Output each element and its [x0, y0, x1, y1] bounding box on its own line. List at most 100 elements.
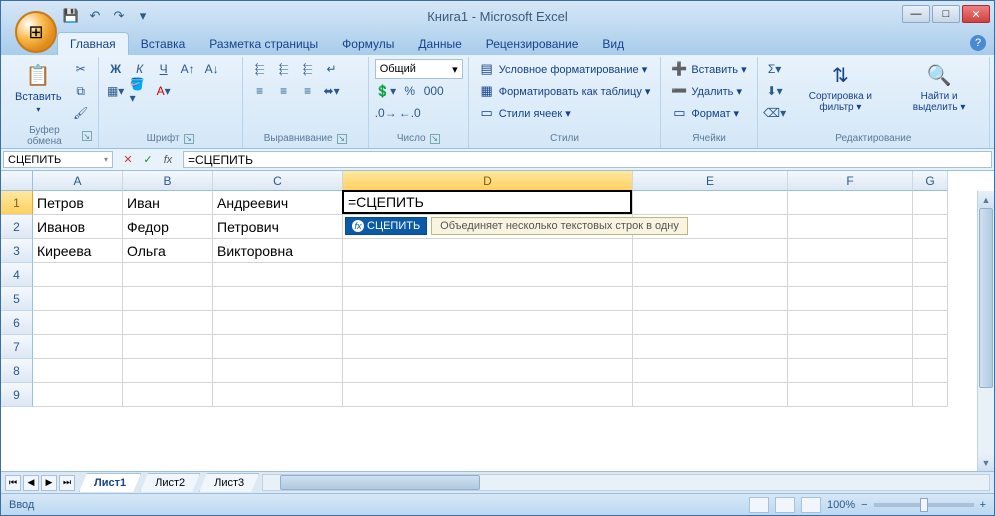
row-header-7[interactable]: 7 — [1, 335, 33, 359]
cell-B7[interactable] — [123, 335, 213, 359]
tab-view[interactable]: Вид — [590, 33, 636, 55]
first-sheet-button[interactable]: ⏮ — [5, 475, 21, 491]
cell-E1[interactable] — [633, 191, 788, 215]
cancel-formula-button[interactable]: ✕ — [119, 152, 137, 168]
cell-F4[interactable] — [788, 263, 913, 287]
cell-C5[interactable] — [213, 287, 343, 311]
fill-color-button[interactable]: 🪣▾ — [129, 81, 151, 101]
format-painter-button[interactable]: 🖌 — [70, 103, 92, 123]
column-header-E[interactable]: E — [633, 171, 788, 191]
conditional-format-button[interactable]: ▤Условное форматирование ▾ — [475, 59, 652, 79]
cell-B5[interactable] — [123, 287, 213, 311]
cell-B6[interactable] — [123, 311, 213, 335]
cell-E9[interactable] — [633, 383, 788, 407]
cell-A6[interactable] — [33, 311, 123, 335]
cell-E7[interactable] — [633, 335, 788, 359]
cell-D8[interactable] — [343, 359, 633, 383]
zoom-out-button[interactable]: − — [861, 499, 867, 511]
cell-F9[interactable] — [788, 383, 913, 407]
sheet-tab-Лист2[interactable]: Лист2 — [140, 473, 200, 492]
cell-G1[interactable] — [913, 191, 948, 215]
page-layout-view-button[interactable] — [775, 497, 795, 513]
row-header-8[interactable]: 8 — [1, 359, 33, 383]
enter-formula-button[interactable]: ✓ — [139, 152, 157, 168]
dialog-launcher-icon[interactable]: ↘ — [430, 134, 440, 144]
sort-filter-button[interactable]: ⇅ Сортировка и фильтр ▾ — [790, 59, 892, 115]
cell-D4[interactable] — [343, 263, 633, 287]
zoom-in-button[interactable]: + — [980, 499, 986, 511]
cell-A5[interactable] — [33, 287, 123, 311]
cell-G4[interactable] — [913, 263, 948, 287]
cell-C9[interactable] — [213, 383, 343, 407]
cell-D5[interactable] — [343, 287, 633, 311]
close-button[interactable]: ✕ — [962, 5, 990, 23]
fill-button[interactable]: ⬇▾ — [764, 81, 786, 101]
cell-C7[interactable] — [213, 335, 343, 359]
tab-page-layout[interactable]: Разметка страницы — [197, 33, 330, 55]
row-header-9[interactable]: 9 — [1, 383, 33, 407]
clear-button[interactable]: ⌫▾ — [764, 103, 786, 123]
maximize-button[interactable]: □ — [932, 5, 960, 23]
cell-C3[interactable]: Викторовна — [213, 239, 343, 263]
merge-button[interactable]: ⬌▾ — [321, 81, 343, 101]
prev-sheet-button[interactable]: ◀ — [23, 475, 39, 491]
align-center-button[interactable]: ≡ — [273, 81, 295, 101]
next-sheet-button[interactable]: ▶ — [41, 475, 57, 491]
cell-E4[interactable] — [633, 263, 788, 287]
cell-D3[interactable] — [343, 239, 633, 263]
dialog-launcher-icon[interactable]: ↘ — [82, 131, 92, 141]
cell-G3[interactable] — [913, 239, 948, 263]
find-select-button[interactable]: 🔍 Найти и выделить ▾ — [895, 59, 983, 115]
hscroll-thumb[interactable] — [280, 475, 480, 490]
tab-home[interactable]: Главная — [57, 32, 129, 55]
cell-D7[interactable] — [343, 335, 633, 359]
grid[interactable]: ПетровИванАндреевичИвановФедорПетровичКи… — [33, 191, 994, 471]
grow-font-button[interactable]: A↑ — [177, 59, 199, 79]
horizontal-scrollbar[interactable] — [262, 474, 990, 491]
column-header-B[interactable]: B — [123, 171, 213, 191]
cell-F6[interactable] — [788, 311, 913, 335]
row-header-1[interactable]: 1 — [1, 191, 33, 215]
row-header-5[interactable]: 5 — [1, 287, 33, 311]
qat-customize-icon[interactable]: ▾ — [133, 6, 153, 26]
cell-B1[interactable]: Иван — [123, 191, 213, 215]
cell-C8[interactable] — [213, 359, 343, 383]
cell-C1[interactable]: Андреевич — [213, 191, 343, 215]
number-format-combo[interactable]: Общий▾ — [375, 59, 463, 79]
align-middle-button[interactable]: ⬱ — [273, 59, 295, 79]
cell-styles-button[interactable]: ▭Стили ячеек ▾ — [475, 103, 575, 123]
decrease-decimal-button[interactable]: ←.0 — [399, 103, 421, 123]
border-button[interactable]: ▦▾ — [105, 81, 127, 101]
cell-C6[interactable] — [213, 311, 343, 335]
cell-B8[interactable] — [123, 359, 213, 383]
office-button[interactable]: ⊞ — [15, 11, 57, 53]
tab-data[interactable]: Данные — [406, 33, 473, 55]
vertical-scrollbar[interactable]: ▲ ▼ — [977, 191, 994, 471]
comma-button[interactable]: 000 — [423, 81, 445, 101]
cell-A4[interactable] — [33, 263, 123, 287]
cell-D6[interactable] — [343, 311, 633, 335]
tab-insert[interactable]: Вставка — [129, 33, 198, 55]
format-cells-button[interactable]: ▭Формат ▾ — [667, 103, 743, 123]
dialog-launcher-icon[interactable]: ↘ — [184, 134, 194, 144]
cell-B9[interactable] — [123, 383, 213, 407]
last-sheet-button[interactable]: ⏭ — [59, 475, 75, 491]
sheet-tab-Лист3[interactable]: Лист3 — [199, 473, 259, 492]
sheet-tab-Лист1[interactable]: Лист1 — [79, 473, 141, 492]
autosum-button[interactable]: Σ▾ — [764, 59, 786, 79]
align-right-button[interactable]: ≡ — [297, 81, 319, 101]
format-table-button[interactable]: ▦Форматировать как таблицу ▾ — [475, 81, 655, 101]
scroll-thumb[interactable] — [979, 208, 993, 388]
cut-button[interactable]: ✂ — [70, 59, 92, 79]
normal-view-button[interactable] — [749, 497, 769, 513]
cell-A7[interactable] — [33, 335, 123, 359]
zoom-thumb[interactable] — [920, 498, 928, 512]
fx-button[interactable]: fx — [159, 152, 177, 168]
formula-input[interactable]: =СЦЕПИТЬ — [183, 151, 992, 168]
shrink-font-button[interactable]: A↓ — [201, 59, 223, 79]
align-top-button[interactable]: ⬱ — [249, 59, 271, 79]
cell-F3[interactable] — [788, 239, 913, 263]
cell-B3[interactable]: Ольга — [123, 239, 213, 263]
select-all-corner[interactable] — [1, 171, 33, 191]
row-header-4[interactable]: 4 — [1, 263, 33, 287]
